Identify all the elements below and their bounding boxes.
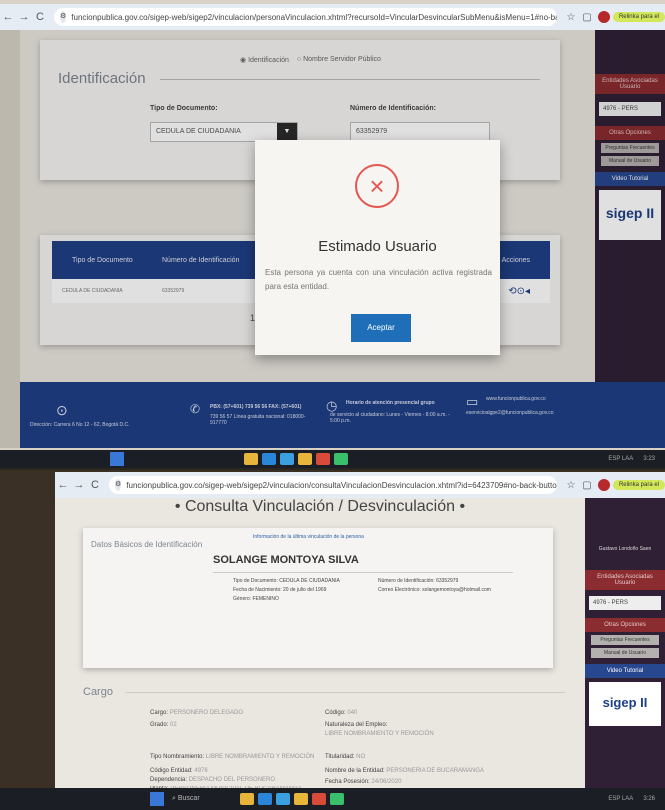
taskbar-search[interactable]: ⌕ Buscar — [172, 795, 200, 803]
preguntas-button[interactable]: Preguntas Frecuentes — [591, 635, 659, 645]
nombre-entidad-field: Nombre de la Entidad: PERSONERIA DE BUCA… — [325, 768, 485, 774]
divider — [125, 692, 565, 693]
windows-start-icon[interactable] — [150, 792, 164, 806]
browser-toolbar: ← → C ⚙ funcionpublica.gov.co/sigep-web/… — [0, 4, 665, 30]
profile-pill[interactable]: Relinka para el — [612, 480, 665, 490]
profile-pill[interactable]: Relinka para el — [612, 12, 665, 22]
tipo-nombramiento-field: Tipo Nombramiento: LIBRE NOMBRAMIENTO Y … — [150, 754, 315, 760]
windows-start-icon[interactable] — [110, 452, 124, 466]
windows-taskbar: ⌕ Buscar ESP LAA 3:26 — [0, 788, 665, 810]
user-name: Gustavo Londoño Saen — [598, 546, 652, 552]
chrome-icon[interactable] — [334, 453, 348, 465]
dependencia-field: Dependencia: DESPACHO DEL PERSONERO — [150, 777, 276, 783]
explorer-icon[interactable] — [239, 793, 254, 805]
codigo-entidad-field: Código Entidad: 4976 — [150, 768, 208, 774]
url-text: funcionpublica.gov.co/sigep-web/sigep2/v… — [126, 480, 557, 490]
app-icon[interactable] — [311, 793, 326, 805]
tipo-doc-text: Tipo de Documento: CEDULA DE CIUDADANIA — [233, 578, 340, 584]
site-info-icon[interactable]: ⚙ — [115, 479, 122, 491]
codigo-field: Código: 040 — [325, 710, 358, 716]
forward-icon[interactable]: → — [71, 479, 87, 491]
back-icon[interactable]: ← — [0, 11, 16, 23]
app-icon[interactable] — [316, 453, 330, 465]
video-header: Video Tutorial — [585, 664, 665, 678]
fecha-posesion-field: Fecha Posesión: 24/06/2020 — [325, 779, 402, 785]
clock[interactable]: 3:23 — [643, 456, 655, 462]
page-title: • Consulta Vinculación / Desvinculación … — [174, 498, 466, 515]
titularidad-field: Titularidad: NO — [325, 754, 366, 760]
naturaleza-label: Naturaleza del Empleo: — [325, 722, 388, 728]
naturaleza-value: LIBRE NOMBRAMIENTO Y REMOCIÓN — [325, 731, 434, 737]
tab-icon[interactable]: ▢ — [579, 12, 595, 23]
avatar[interactable] — [597, 479, 610, 491]
right-sidebar: Gustavo Londoño Saen Entidades Asociadas… — [585, 498, 665, 790]
entity-select[interactable]: 4976 - PERS — [589, 596, 661, 610]
explorer-icon[interactable] — [244, 453, 258, 465]
basic-data-card: Información de la última vinculación de … — [83, 528, 553, 668]
edge-icon[interactable] — [262, 453, 276, 465]
windows-taskbar: ESP LAA 3:23 — [0, 450, 665, 468]
top-screenshot: ← → C ⚙ funcionpublica.gov.co/sigep-web/… — [0, 0, 665, 468]
chrome-icon[interactable] — [329, 793, 344, 805]
back-icon[interactable]: ← — [55, 479, 71, 491]
main-page: • Consulta Vinculación / Desvinculación … — [55, 498, 585, 792]
fecha-nac-text: Fecha de Nacimiento: 20 de julio del 196… — [233, 587, 327, 593]
modal-title: Estimado Usuario — [318, 238, 437, 255]
error-x-icon: × — [355, 164, 399, 208]
num-id-text: Número de Identificación: 63352979 — [378, 578, 459, 584]
otras-header: Otras Opciones — [585, 618, 665, 632]
language-indicator[interactable]: ESP LAA — [608, 796, 633, 802]
star-icon[interactable]: ☆ — [563, 12, 579, 23]
address-bar[interactable]: ⚙ funcionpublica.gov.co/sigep-web/sigep2… — [109, 476, 557, 494]
store-icon[interactable] — [275, 793, 290, 805]
address-bar[interactable]: ⚙ funcionpublica.gov.co/sigep-web/sigep2… — [54, 8, 557, 26]
info-note: Información de la última vinculación de … — [253, 534, 364, 540]
entidades-header: Entidades Asociadas Usuario — [585, 570, 665, 590]
reload-icon[interactable]: C — [32, 11, 48, 23]
accept-button[interactable]: Aceptar — [351, 314, 411, 342]
browser-toolbar: ← → C ⚙ funcionpublica.gov.co/sigep-web/… — [55, 472, 665, 498]
edge-icon[interactable] — [257, 793, 272, 805]
cargo-title: Cargo — [83, 686, 113, 698]
cargo-field: Cargo: PERSONERO DELEGADO — [150, 710, 244, 716]
reload-icon[interactable]: C — [87, 479, 103, 491]
tab-icon[interactable]: ▢ — [579, 480, 595, 491]
clock[interactable]: 3:26 — [643, 796, 655, 802]
basic-data-title: Datos Básicos de Identificación — [91, 540, 203, 549]
folder-icon[interactable] — [298, 453, 312, 465]
avatar[interactable] — [597, 11, 610, 23]
modal-message: Esta persona ya cuenta con una vinculaci… — [265, 268, 492, 291]
url-text: funcionpublica.gov.co/sigep-web/sigep2/v… — [71, 12, 557, 22]
error-modal: × Estimado Usuario Esta persona ya cuent… — [255, 140, 500, 355]
genero-text: Género: FEMENINO — [233, 596, 279, 602]
site-info-icon[interactable]: ⚙ — [60, 11, 67, 23]
language-indicator[interactable]: ESP LAA — [608, 456, 633, 462]
sigep-logo[interactable]: sigep II — [589, 682, 661, 726]
manual-button[interactable]: Manual de Usuario — [591, 648, 659, 658]
folder-icon[interactable] — [293, 793, 308, 805]
forward-icon[interactable]: → — [16, 11, 32, 23]
store-icon[interactable] — [280, 453, 294, 465]
person-name: SOLANGE MONTOYA SILVA — [213, 554, 359, 566]
divider — [213, 572, 513, 573]
bottom-screenshot: ← → C ⚙ funcionpublica.gov.co/sigep-web/… — [0, 470, 665, 810]
star-icon[interactable]: ☆ — [563, 480, 579, 491]
correo-text: Correo Electrónico: solangemontoya@hotma… — [378, 587, 491, 593]
grado-field: Grado: 02 — [150, 722, 177, 728]
